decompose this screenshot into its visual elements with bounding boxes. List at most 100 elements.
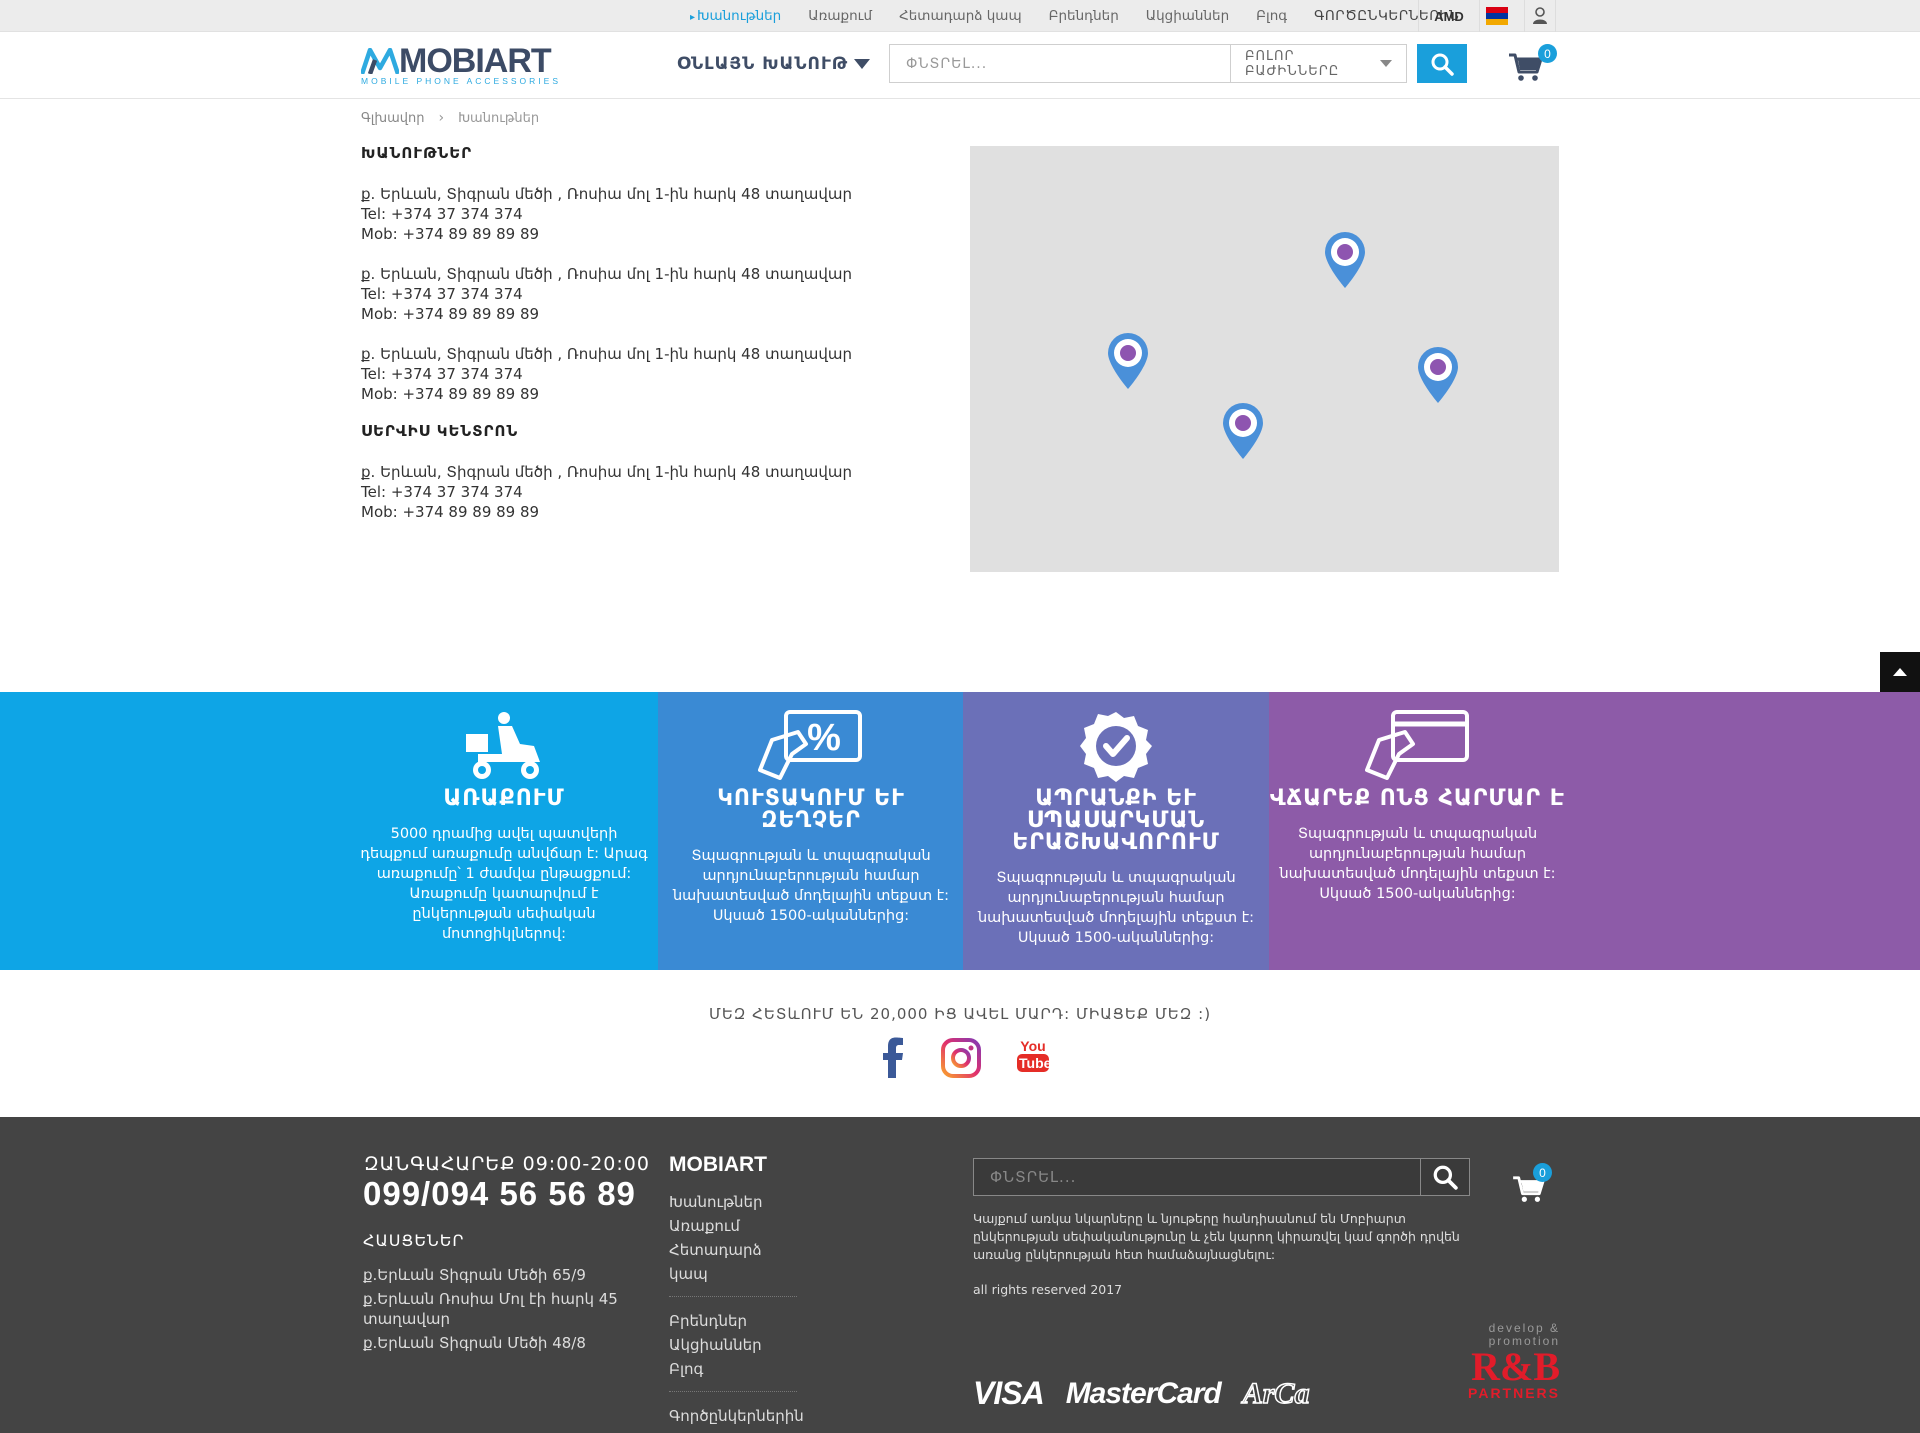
cart-button[interactable]: 0 [1508, 44, 1557, 82]
feature-text: Տպագրության և տպագրական արդյունաբերությա… [977, 870, 1255, 946]
footer-link-promotions[interactable]: Ակցիաններ [669, 1333, 797, 1357]
currency-selector[interactable]: AMD [1418, 0, 1480, 32]
cart-count-badge: 0 [1538, 44, 1557, 63]
feature-delivery: ԱՌԱՔՈՒՄ 5000 դրամից ավել պատվերի դեպքում… [358, 692, 650, 944]
footer-link-blog[interactable]: Բլոգ [669, 1357, 797, 1381]
delivery-scooter-icon [466, 712, 540, 779]
mastercard-logo: MasterCard [1065, 1376, 1222, 1410]
mobiart-logo[interactable]: MOBIART MOBILE PHONE ACCESSORIES [361, 44, 561, 86]
footer-link-delivery[interactable]: Առաքում [669, 1214, 797, 1238]
scroll-to-top-button[interactable] [1880, 652, 1920, 692]
youtube-tube-text: Tube [1017, 1054, 1052, 1072]
payment-card-icon [1364, 710, 1469, 780]
category-select[interactable]: ԲՈԼՈՐ ԲԱԺԻՆՆԵՐԸ [1231, 44, 1407, 83]
footer-phone[interactable]: 099/094 56 56 89 [363, 1175, 636, 1213]
footer-divider [669, 1296, 797, 1297]
footer-brand: MOBIART [669, 1153, 767, 1176]
breadcrumb-home[interactable]: Գլխավոր [361, 111, 424, 126]
search-icon [1433, 1165, 1458, 1190]
instagram-icon[interactable] [941, 1038, 981, 1078]
service-tel: Tel: +374 37 374 374 [361, 483, 523, 501]
store-mob: Mob: +374 89 89 89 89 [361, 385, 540, 403]
chevron-right-icon: › [438, 110, 445, 126]
breadcrumb: Գլխավոր › Խանութներ [361, 110, 539, 126]
map-pin-icon[interactable] [1323, 231, 1367, 289]
rb-partners-text: PARTNERS [1468, 1385, 1560, 1401]
cart-count-badge: 0 [1533, 1163, 1552, 1182]
footer-address: ք.Երևան Տիգրան Մեծի 65/9 [363, 1266, 586, 1284]
armenian-flag-icon[interactable] [1486, 7, 1508, 25]
footer-link-stores[interactable]: Խանութներ [669, 1190, 797, 1214]
online-store-label: ՕՆԼԱՅՆ ԽԱՆՈՒԹ [677, 54, 849, 74]
top-nav-promotions[interactable]: Ակցիաններ [1146, 8, 1229, 24]
search-input[interactable]: ՓՆՏՐԵԼ... [889, 44, 1231, 83]
guarantee-badge-icon [1080, 712, 1152, 782]
top-nav-contact[interactable]: Հետադարձ կապ [899, 8, 1022, 24]
feature-text: Տպագրության և տպագրական արդյունաբերությա… [672, 848, 950, 924]
stores-title: ԽԱՆՈՒԹՆԵՐ [361, 144, 473, 162]
payment-cards: VISA MasterCard ArCa [973, 1375, 1331, 1412]
store-tel: Tel: +374 37 374 374 [361, 365, 523, 383]
stores-map[interactable] [970, 146, 1559, 572]
footer-divider [669, 1391, 797, 1392]
map-pin-icon[interactable] [1106, 332, 1150, 390]
feature-title: ԿՈՒՏԱԿՈՒՄ ԵՒ ԶԵՂՉԵՐ [717, 786, 905, 833]
rb-logo-text: R&B [1471, 1344, 1560, 1389]
footer-search-input[interactable]: ՓՆՏՐԵԼ... [973, 1158, 1470, 1196]
logo-tagline: MOBILE PHONE ACCESSORIES [361, 76, 562, 86]
feature-discount: % ԿՈՒՏԱԿՈՒՄ ԵՒ ԶԵՂՉԵՐ Տպագրության և տպագ… [666, 692, 956, 926]
arrow-up-icon [1893, 668, 1907, 676]
user-icon[interactable] [1524, 0, 1556, 32]
feature-title: ՎՃԱՐԵՔ ՈՆՑ ՀԱՐՄԱՐ Է [1269, 786, 1566, 811]
footer-address: ք.Երևան Ռոսիա Մոլ էի հարկ 45 տաղավար [363, 1290, 618, 1328]
chevron-down-icon [1380, 60, 1392, 67]
chevron-down-icon [854, 59, 871, 69]
logo-mark-icon [361, 48, 399, 74]
top-nav-stores[interactable]: Խանութներ [690, 8, 781, 24]
store-item: ք. Երևան, Տիգրան մեծի , Ռոսիա մոլ 1-ին հ… [361, 184, 921, 244]
top-bar: Խանութներ Առաքում Հետադարձ կապ Բրենդներ … [0, 0, 1920, 32]
footer-addresses: ք.Երևան Տիգրան Մեծի 65/9 ք.Երևան Ռոսիա Մ… [363, 1265, 633, 1357]
facebook-icon[interactable] [882, 1036, 904, 1078]
online-store-menu[interactable]: ՕՆԼԱՅՆ ԽԱՆՈՒԹ [677, 54, 871, 74]
breadcrumb-current: Խանութներ [458, 110, 540, 126]
logo-wordmark: MOBIART [361, 44, 561, 78]
footer-links: Խանութներ Առաքում Հետադարձ կապ Բրենդներ … [669, 1190, 804, 1428]
store-tel: Tel: +374 37 374 374 [361, 285, 523, 303]
store-mob: Mob: +374 89 89 89 89 [361, 305, 540, 323]
store-address: ք. Երևան, Տիգրան մեծի , Ռոսիա մոլ 1-ին հ… [361, 265, 852, 283]
top-nav-brands[interactable]: Բրենդներ [1049, 8, 1119, 24]
search-button[interactable] [1417, 44, 1467, 83]
footer-link-brands[interactable]: Բրենդներ [669, 1309, 797, 1333]
main-header: MOBIART MOBILE PHONE ACCESSORIES ՕՆԼԱՅՆ … [0, 32, 1920, 99]
svg-text:%: % [807, 717, 841, 759]
arca-logo: ArCa [1242, 1376, 1310, 1411]
store-address: ք. Երևան, Տիգրան մեծի , Ռոսիա մոլ 1-ին հ… [361, 345, 852, 363]
search-icon [1431, 53, 1454, 76]
rb-partners-logo[interactable]: develop & promotion R&B PARTNERS [1465, 1322, 1560, 1401]
footer-search-button[interactable] [1420, 1158, 1470, 1196]
map-pin-icon[interactable] [1416, 346, 1460, 404]
visa-logo: VISA [973, 1375, 1045, 1411]
top-nav-delivery[interactable]: Առաքում [808, 8, 872, 24]
map-pin-icon[interactable] [1221, 402, 1265, 460]
service-item: ք. Երևան, Տիգրան մեծի , Ռոսիա մոլ 1-ին հ… [361, 462, 921, 522]
feature-text: 5000 դրամից ավել պատվերի դեպքում առաքում… [360, 826, 648, 942]
footer-addresses-title: ՀԱՍՑԵՆԵՐ [363, 1231, 465, 1250]
footer-link-partners[interactable]: Գործընկերներին [669, 1404, 804, 1428]
feature-text: Տպագրության և տպագրական արդյունաբերությա… [1279, 826, 1556, 902]
store-mob: Mob: +374 89 89 89 89 [361, 225, 540, 243]
feature-guarantee: ԱՊՐԱՆՔԻ ԵՒ ՍՊԱՍԱՐԿՄԱՆ ԵՐԱՇԽԱՎՈՐՈՒՄ Տպագր… [971, 692, 1261, 948]
youtube-icon[interactable]: You Tube [1017, 1038, 1052, 1072]
discount-card-icon: % [758, 710, 862, 780]
category-select-label: ԲՈԼՈՐ ԲԱԺԻՆՆԵՐԸ [1245, 48, 1340, 79]
service-mob: Mob: +374 89 89 89 89 [361, 503, 540, 521]
footer-cart-button[interactable]: 0 [1512, 1163, 1552, 1203]
social-text: ՄԵԶ ՀԵՏևՈՒՄ ԵՆ 20,000 ԻՑ ԱՎԵԼ ՄԱՐԴ: ՄԻԱՑ… [708, 1005, 1212, 1023]
footer-link-contact[interactable]: Հետադարձ կապ [669, 1238, 797, 1286]
top-nav-blog[interactable]: Բլոգ [1256, 8, 1287, 24]
footer-rights: all rights reserved 2017 [973, 1282, 1123, 1297]
top-nav: Խանութներ Առաքում Հետադարձ կապ Բրենդներ … [690, 0, 1486, 32]
stores-content: ԽԱՆՈՒԹՆԵՐ ք. Երևան, Տիգրան մեծի , Ռոսիա … [361, 144, 921, 542]
store-item: ք. Երևան, Տիգրան մեծի , Ռոսիա մոլ 1-ին հ… [361, 264, 921, 324]
